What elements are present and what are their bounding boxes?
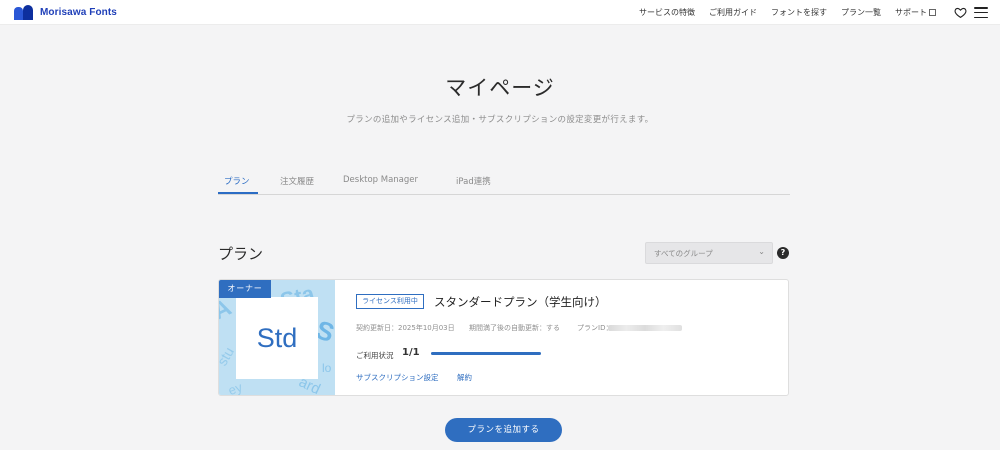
brand-logo[interactable]: Morisawa Fonts: [14, 4, 117, 20]
renewal-date: 契約更新日：2025年10月03日: [356, 324, 455, 332]
tab-ipad[interactable]: iPad連携: [456, 175, 491, 187]
status-badge: ライセンス利用中: [356, 294, 424, 309]
svg-text:ey: ey: [226, 379, 245, 396]
heart-icon[interactable]: [954, 6, 967, 19]
plan-id-redacted: [608, 325, 682, 331]
tab-desktop-manager[interactable]: Desktop Manager: [343, 175, 418, 185]
usage-label: ご利用状況: [356, 351, 394, 360]
plan-name: スタンダードプラン（学生向け）: [434, 295, 607, 309]
brand-name: Morisawa Fonts: [40, 6, 117, 18]
active-tab-indicator: [218, 192, 258, 194]
plan-card: A Sta S stu ey ard lo Std オーナー ライセンス利用中 …: [218, 279, 789, 396]
svg-text:stu: stu: [219, 344, 237, 368]
group-select[interactable]: すべてのグループ ⌄: [645, 242, 773, 264]
tab-bar: プラン 注文履歴 Desktop Manager iPad連携: [218, 170, 790, 195]
nav-support[interactable]: サポート: [895, 7, 936, 18]
nav-features[interactable]: サービスの特徴: [639, 7, 695, 18]
svg-text:A: A: [219, 294, 236, 326]
chevron-down-icon: ⌄: [758, 247, 765, 256]
add-plan-button[interactable]: プランを追加する: [445, 418, 562, 442]
plan-thumbnail: A Sta S stu ey ard lo Std オーナー: [219, 280, 335, 396]
usage-progress-fill: [431, 352, 541, 355]
cancel-link[interactable]: 解約: [457, 372, 472, 383]
svg-text:lo: lo: [322, 361, 332, 375]
owner-badge: オーナー: [219, 280, 271, 298]
subscription-settings-link[interactable]: サブスクリプション設定: [356, 372, 439, 383]
usage-progress-bar: [431, 352, 541, 355]
external-link-icon: [929, 9, 936, 16]
thumbnail-card: Std: [236, 297, 318, 379]
tab-plan[interactable]: プラン: [224, 175, 250, 187]
logo-icon: [14, 4, 34, 20]
auto-renew-status: 期間満了後の自動更新：する: [469, 324, 560, 332]
menu-icon[interactable]: [974, 7, 988, 19]
tab-order-history[interactable]: 注文履歴: [280, 175, 314, 187]
nav-support-label: サポート: [895, 8, 927, 17]
plans-section-title: プラン: [218, 245, 264, 263]
page-title: マイページ: [445, 76, 555, 100]
group-select-value: すべてのグループ: [654, 249, 713, 258]
page-description: プランの追加やライセンス追加・サブスクリプションの設定変更が行えます。: [346, 115, 654, 125]
help-icon[interactable]: ?: [777, 247, 789, 259]
nav-find-fonts[interactable]: フォントを探す: [771, 7, 827, 18]
main-nav: サービスの特徴 ご利用ガイド フォントを探す プラン一覧 サポート: [625, 0, 936, 25]
nav-guide[interactable]: ご利用ガイド: [709, 7, 757, 18]
thumbnail-label: Std: [256, 323, 298, 353]
top-header: Morisawa Fonts サービスの特徴 ご利用ガイド フォントを探す プラ…: [0, 0, 1000, 25]
nav-plans[interactable]: プラン一覧: [841, 7, 881, 18]
usage-count: 1/1: [402, 347, 420, 358]
